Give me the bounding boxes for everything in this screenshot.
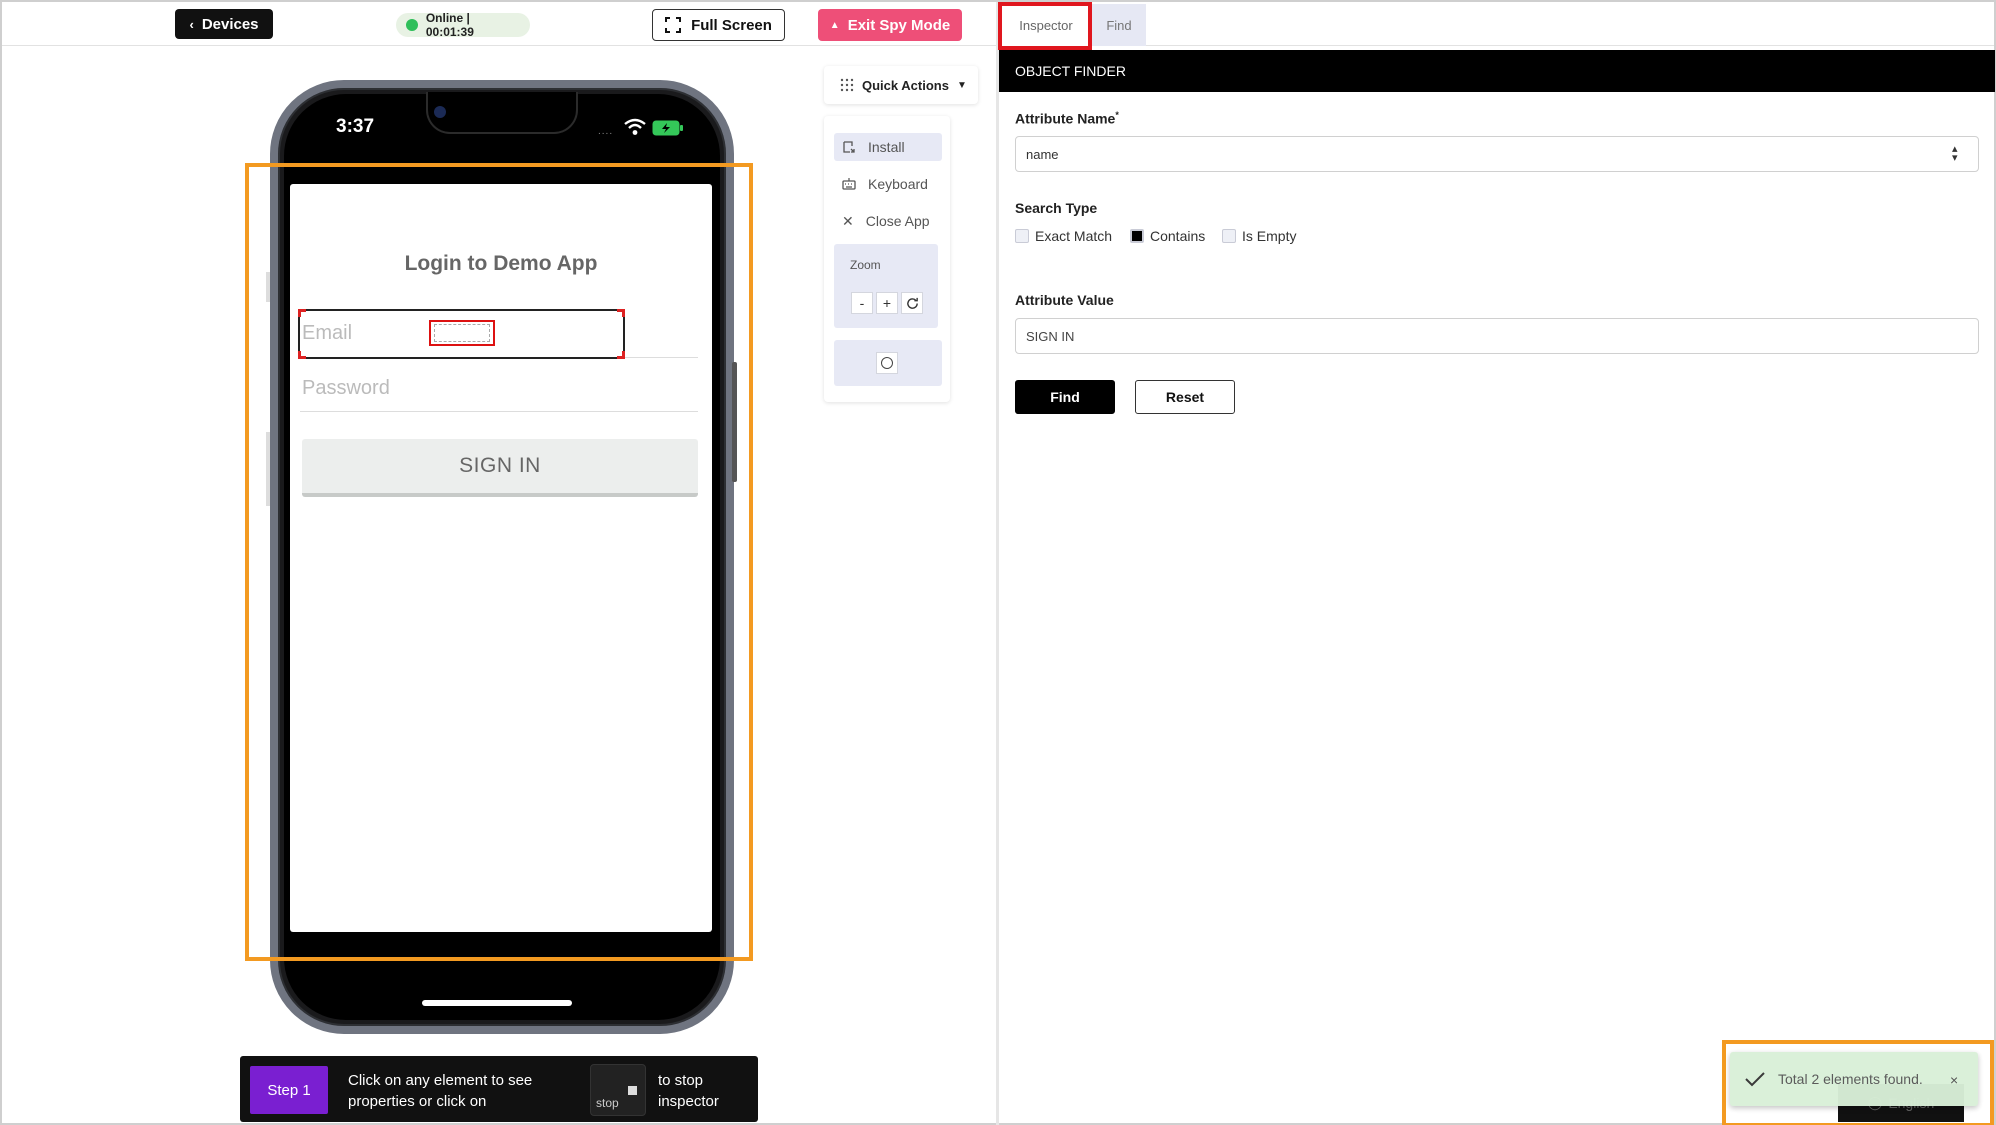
object-finder-header: OBJECT FINDER [999, 50, 1995, 92]
camera-icon [434, 106, 446, 118]
stop-icon [628, 1086, 637, 1095]
search-type-label: Search Type [1015, 200, 1098, 216]
quick-actions-dropdown[interactable]: Quick Actions ▼ [824, 66, 978, 104]
step-instruction-text-2: to stop inspector [658, 1072, 719, 1110]
online-dot-icon [406, 19, 418, 31]
install-icon [843, 141, 855, 153]
find-button[interactable]: Find [1015, 380, 1115, 414]
quick-action-close-app[interactable]: ✕ Close App [834, 207, 942, 235]
zoom-controls [834, 244, 938, 328]
home-indicator [422, 1000, 572, 1006]
search-type-exact-match[interactable]: Exact Match [1015, 228, 1112, 244]
keyboard-icon [842, 178, 856, 190]
step-badge: Step 1 [250, 1066, 328, 1114]
stop-label: stop [596, 1096, 619, 1110]
fullscreen-icon [665, 17, 682, 33]
quick-action-keyboard[interactable]: Keyboard [834, 170, 942, 198]
search-type-contains[interactable]: Contains [1130, 228, 1205, 244]
attribute-name-select[interactable]: name [1015, 136, 1979, 172]
full-screen-button[interactable]: Full Screen [652, 9, 785, 41]
zoom-in-button[interactable]: + [876, 292, 898, 314]
exit-spy-mode-button[interactable]: ▲ Exit Spy Mode [818, 9, 962, 41]
attribute-value-input[interactable]: SIGN IN [1015, 318, 1979, 354]
phone-notch [426, 92, 578, 134]
attribute-name-label: Attribute Name* [1015, 110, 1119, 127]
eject-icon: ▲ [829, 19, 840, 31]
checkbox[interactable] [1222, 229, 1236, 243]
checkbox[interactable] [1015, 229, 1029, 243]
checkbox-checked[interactable] [1130, 229, 1144, 243]
app-root: ‹ Devices Online | 00:01:39 Full Screen … [0, 0, 1996, 1125]
zoom-label: Zoom [850, 258, 881, 272]
battery-charging-icon [652, 120, 683, 136]
zoom-reset-button[interactable] [901, 292, 923, 314]
search-type-is-empty[interactable]: Is Empty [1222, 228, 1296, 244]
quick-action-install[interactable]: Install [834, 133, 942, 161]
online-status-badge: Online | 00:01:39 [396, 11, 530, 39]
device-screen-highlight [245, 163, 753, 961]
signal-icon: .... [598, 126, 622, 137]
panel-divider[interactable] [996, 2, 999, 1125]
devices-button[interactable]: ‹ Devices [175, 9, 273, 39]
chevron-left-icon: ‹ [189, 16, 194, 32]
wifi-icon [624, 118, 646, 135]
zoom-out-button[interactable]: - [851, 292, 873, 314]
step-instruction-text: Click on any element to see properties o… [348, 1072, 533, 1110]
toast-highlight [1722, 1040, 1994, 1125]
select-arrows-icon: ▴ ▾ [1952, 143, 1958, 164]
close-icon: ✕ [842, 212, 854, 229]
reset-button[interactable]: Reset [1135, 380, 1235, 414]
tab-inspector-highlight [998, 2, 1092, 50]
refresh-icon [906, 297, 918, 309]
caret-down-icon: ▼ [956, 79, 967, 91]
attribute-value-label: Attribute Value [1015, 292, 1114, 308]
grid-dots-icon [840, 78, 854, 92]
tab-find[interactable]: Find [1092, 4, 1146, 46]
home-button[interactable] [876, 352, 898, 374]
home-circle-icon [881, 357, 893, 369]
status-time: 3:37 [336, 116, 375, 137]
panel-tabs [999, 2, 1994, 46]
